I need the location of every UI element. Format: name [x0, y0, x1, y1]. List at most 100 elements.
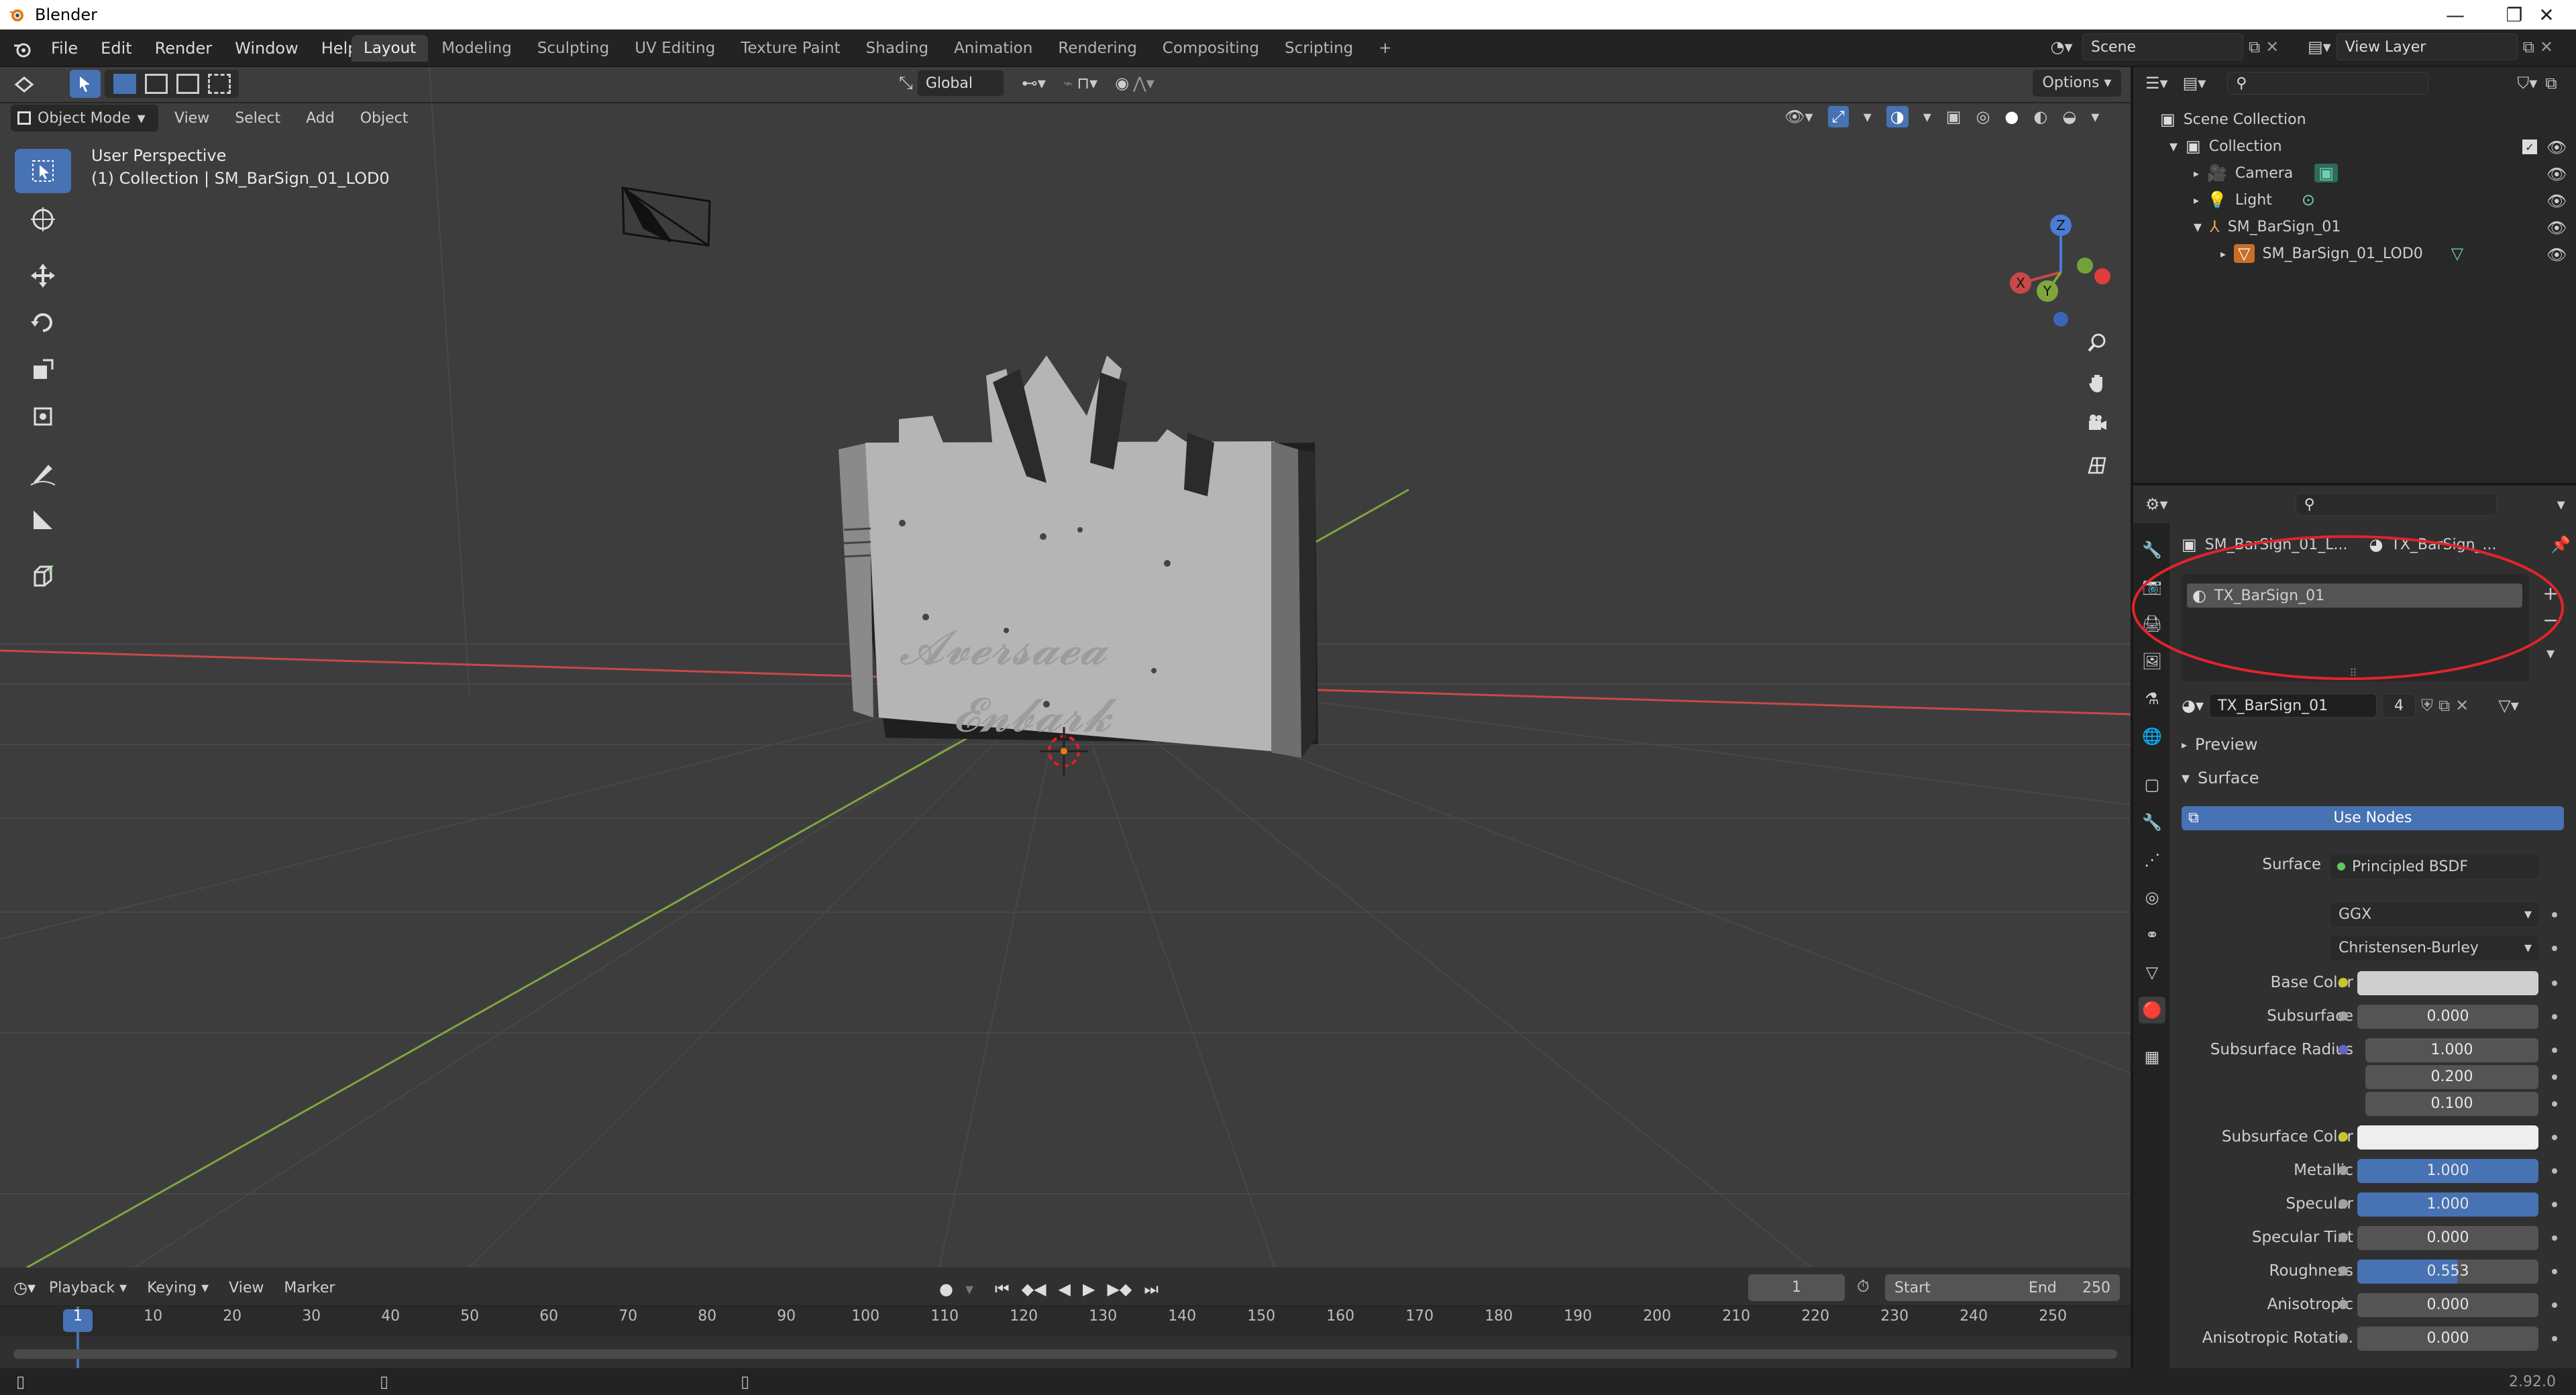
- camera-data-icon[interactable]: ▣: [2314, 164, 2338, 182]
- scene-icon[interactable]: ◔▾: [2046, 34, 2077, 60]
- select-tool-icon[interactable]: [15, 149, 71, 193]
- physics-tab-icon[interactable]: ◎: [2139, 884, 2165, 911]
- keyframe-dot[interactable]: [2552, 1202, 2557, 1207]
- visibility-icon[interactable]: 👁▾: [1784, 107, 1813, 126]
- outliner-row-camera[interactable]: ▸ 🎥 Camera ▣: [2194, 161, 2338, 185]
- viewport-menu-view[interactable]: View: [165, 110, 219, 127]
- eye-icon[interactable]: 👁: [2546, 245, 2567, 264]
- tab-uv-editing[interactable]: UV Editing: [623, 35, 727, 62]
- orientation-dropdown[interactable]: Global: [916, 70, 1004, 97]
- scene-field[interactable]: Scene: [2082, 34, 2243, 60]
- subsurface-color-swatch[interactable]: [2357, 1125, 2538, 1150]
- display-mode-icon[interactable]: ▤▾: [2183, 74, 2206, 93]
- menu-render[interactable]: Render: [144, 39, 223, 58]
- pivot-icon[interactable]: ⊷▾: [1022, 74, 1046, 93]
- constraints-tab-icon[interactable]: ⚭: [2139, 922, 2165, 948]
- object-tab-icon[interactable]: ▢: [2139, 771, 2165, 798]
- eye-icon[interactable]: 👁: [2546, 165, 2567, 184]
- tab-compositing[interactable]: Compositing: [1150, 35, 1271, 62]
- menu-window[interactable]: Window: [224, 39, 309, 58]
- keyframe-dot[interactable]: [2552, 1101, 2557, 1107]
- timeline-menu-playback[interactable]: Playback ▾: [42, 1280, 133, 1296]
- keyframe-dot[interactable]: [2552, 1269, 2557, 1274]
- add-workspace-button[interactable]: +: [1366, 35, 1403, 62]
- start-frame-field[interactable]: Start1: [1885, 1274, 2042, 1301]
- eye-icon[interactable]: 👁: [2546, 138, 2567, 157]
- viewport-menu-add[interactable]: Add: [297, 110, 344, 127]
- add-cube-tool-icon[interactable]: +: [15, 554, 71, 598]
- ortho-grid-icon[interactable]: [2076, 444, 2118, 486]
- tab-rendering[interactable]: Rendering: [1046, 35, 1148, 62]
- timeline-editor-icon[interactable]: ◷▾: [13, 1278, 36, 1297]
- timeline-menu-keying[interactable]: Keying ▾: [140, 1280, 215, 1296]
- mode-dropdown[interactable]: Object Mode ▾: [11, 105, 158, 131]
- 3d-viewport[interactable]: 𝓐𝓿𝓮𝓻𝓼𝓪𝓮𝓪 𝓔𝓷𝓫𝓪𝓻𝓴 ⤡ Global ⊷▾ ⌁ ⊓▾ ◉ ⋀▾ Op…: [0, 67, 2131, 1268]
- keyframe-dot[interactable]: [2552, 1014, 2557, 1019]
- tab-animation[interactable]: Animation: [942, 35, 1044, 62]
- outliner-row-light[interactable]: ▸ 💡 Light ⊙: [2194, 188, 2315, 212]
- subsurface-radius-y-field[interactable]: 0.200: [2365, 1065, 2538, 1089]
- bar-sign-object[interactable]: 𝓐𝓿𝓮𝓻𝓼𝓪𝓮𝓪 𝓔𝓷𝓫𝓪𝓻𝓴: [839, 355, 1318, 758]
- camera-object[interactable]: [621, 186, 711, 247]
- modifier-tab-icon[interactable]: 🔧: [2139, 809, 2165, 836]
- mode-extend-icon[interactable]: [144, 74, 168, 94]
- outliner-editor-icon[interactable]: ☰▾: [2145, 74, 2168, 93]
- select-box-icon[interactable]: [70, 70, 101, 98]
- expand-chevron-icon[interactable]: ▸: [2194, 194, 2199, 207]
- base-color-swatch[interactable]: [2357, 971, 2538, 995]
- keyframe-dot[interactable]: [2552, 912, 2557, 917]
- roughness-slider[interactable]: 0.553: [2357, 1260, 2538, 1284]
- eye-icon[interactable]: 👁: [2546, 219, 2567, 237]
- zoom-icon[interactable]: [2076, 322, 2118, 364]
- expand-chevron-icon[interactable]: ▾: [2169, 137, 2178, 156]
- snap-icon[interactable]: ⌁: [1063, 74, 1073, 93]
- surface-panel-header[interactable]: ▾ Surface: [2182, 769, 2259, 787]
- keyframe-dot[interactable]: [2552, 1135, 2557, 1140]
- properties-search-input[interactable]: ⚲: [2295, 493, 2497, 516]
- tab-modeling[interactable]: Modeling: [429, 35, 524, 62]
- mode-subtract-icon[interactable]: [176, 74, 199, 94]
- options-dropdown[interactable]: Options ▾: [2033, 70, 2121, 97]
- link-type-icon[interactable]: ▽▾: [2498, 696, 2519, 715]
- outliner-row-sm-barsign-lod0[interactable]: ▸ ▽ SM_BarSign_01_LOD0 ▽: [2220, 241, 2463, 266]
- end-frame-field[interactable]: End 250: [2019, 1274, 2120, 1301]
- surface-shader-field[interactable]: Principled BSDF: [2330, 854, 2538, 879]
- keyframe-dot[interactable]: [2552, 981, 2557, 986]
- mesh-data-icon[interactable]: ▽: [2451, 244, 2463, 263]
- world-tab-icon[interactable]: 🌐: [2139, 723, 2165, 750]
- new-view-layer-icon[interactable]: ⧉: [2523, 38, 2534, 56]
- subsurface-radius-z-field[interactable]: 0.100: [2365, 1092, 2538, 1116]
- gizmo-toggle-icon[interactable]: ⤢: [1827, 106, 1849, 127]
- blender-menu-icon[interactable]: [12, 39, 34, 60]
- viewport-menu-select[interactable]: Select: [225, 110, 290, 127]
- overlay-toggle-icon[interactable]: ◑: [1886, 106, 1909, 127]
- measure-tool-icon[interactable]: [15, 498, 71, 542]
- remove-view-layer-icon[interactable]: ✕: [2540, 38, 2553, 56]
- metallic-field[interactable]: 1.000: [2357, 1159, 2538, 1183]
- unlink-material-icon[interactable]: ✕: [2455, 696, 2469, 715]
- move-tool-icon[interactable]: [15, 254, 71, 298]
- shading-material-icon[interactable]: ◐: [2033, 107, 2047, 126]
- view-layer-field[interactable]: View Layer: [2336, 34, 2518, 60]
- record-icon[interactable]: ●: [939, 1280, 953, 1298]
- cursor-tool-icon[interactable]: [15, 197, 71, 241]
- material-name-field[interactable]: TX_BarSign_01: [2209, 693, 2377, 718]
- expand-chevron-icon[interactable]: ▸: [2220, 247, 2226, 260]
- stopwatch-icon[interactable]: ⏱: [1857, 1277, 1870, 1296]
- new-scene-icon[interactable]: ⧉: [2249, 38, 2260, 56]
- current-frame-field[interactable]: 1: [1748, 1274, 1845, 1301]
- falloff-icon[interactable]: ⋀▾: [1133, 74, 1155, 93]
- timeline-scrollbar[interactable]: [13, 1349, 2117, 1359]
- close-button[interactable]: ✕: [2517, 0, 2576, 30]
- tab-layout[interactable]: Layout: [352, 35, 429, 62]
- proportional-edit-icon[interactable]: ◉: [1115, 74, 1129, 93]
- duplicate-material-icon[interactable]: ⧉: [2438, 696, 2450, 715]
- subsurface-field[interactable]: 0.000: [2357, 1005, 2538, 1029]
- filter-icon[interactable]: ⛉▾: [2517, 74, 2537, 93]
- eye-icon[interactable]: 👁: [2546, 192, 2567, 211]
- keyframe-dot[interactable]: [2552, 1048, 2557, 1053]
- scale-tool-icon[interactable]: [15, 347, 71, 392]
- gizmo-chevron-icon[interactable]: ▾: [1864, 107, 1872, 126]
- distribution-dropdown[interactable]: GGX ▾: [2330, 903, 2538, 927]
- shading-chevron-icon[interactable]: ▾: [2091, 107, 2099, 126]
